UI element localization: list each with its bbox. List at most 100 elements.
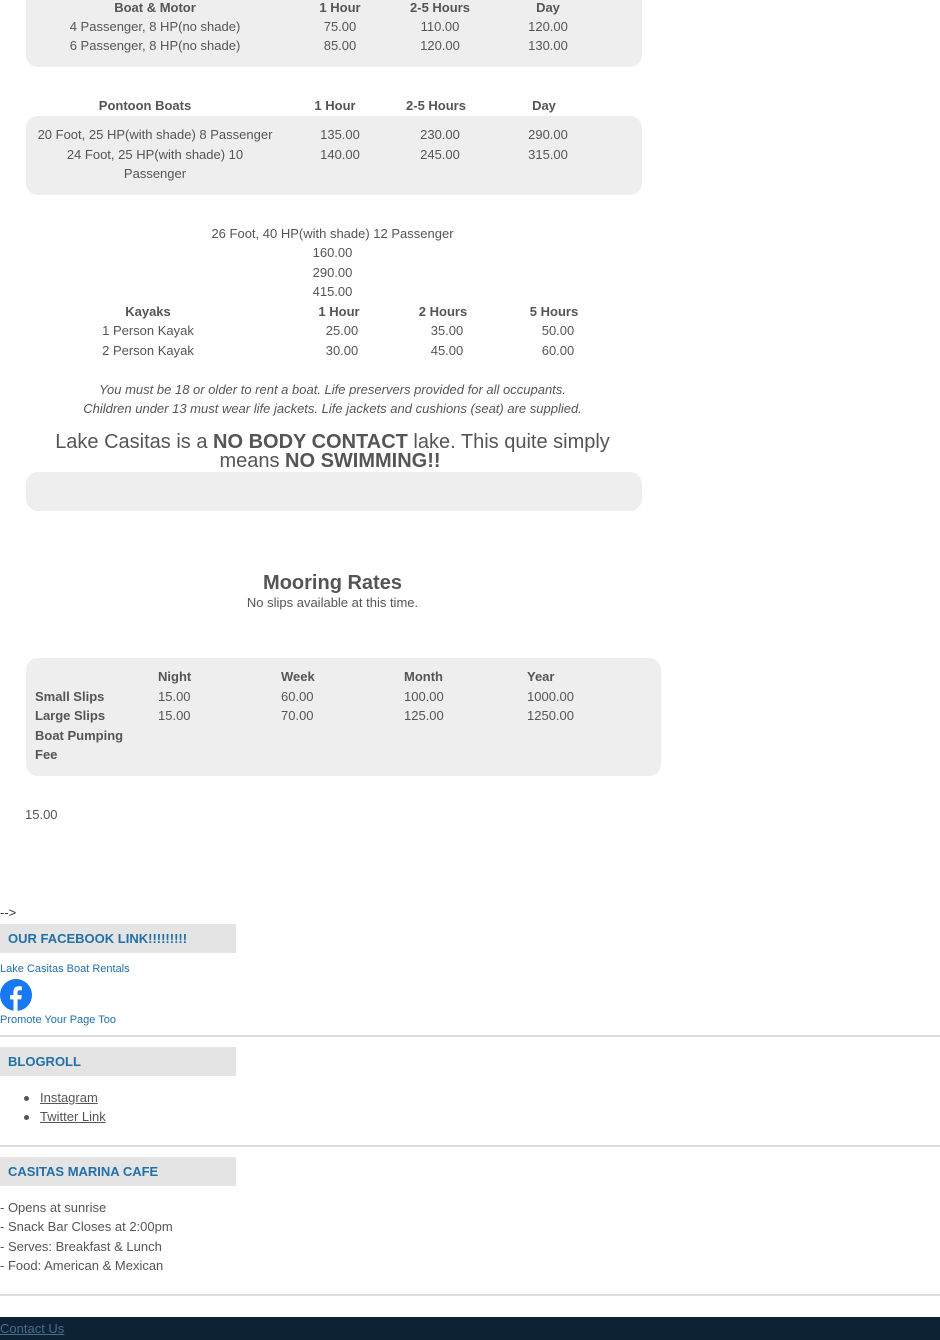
twitter-link[interactable]: Twitter Link [40, 1107, 106, 1127]
boat-motor-header-row: Boat & Motor 1 Hour 2-5 Hours Day [0, 0, 660, 18]
boat-name: 4 Passenger, 8 HP(no shade) [69, 19, 241, 34]
life-jacket-notice-text: Children under 13 must wear life jackets… [83, 401, 582, 416]
list-bullet [24, 1115, 29, 1120]
boat-name: 24 Foot, 25 HP(with shade) 10 [66, 147, 244, 162]
large-pontoon-price-row: 160.00 [0, 243, 665, 263]
pumping-fee-label-row: Boat Pumping [0, 726, 660, 746]
warning-text-3: means [219, 450, 286, 472]
week-col-header: Week [281, 669, 315, 684]
price-night: 15.00 [158, 708, 191, 723]
boat-name: 20 Foot, 25 HP(with shade) 8 Passenger [37, 127, 273, 142]
mooring-title: Mooring Rates [263, 572, 402, 594]
boat-name-continuation: Passenger [123, 166, 187, 181]
body-contact-warning: Lake Casitas is a NO BODY CONTACT lake. … [0, 432, 665, 452]
footer-bar: Contact Us [0, 1317, 940, 1340]
price-year: 1250.00 [527, 708, 574, 723]
large-pontoon-price-row: 415.00 [0, 282, 665, 302]
instagram-link[interactable]: Instagram [40, 1088, 98, 1108]
price-year: 1000.00 [527, 689, 574, 704]
contact-us-link[interactable]: Contact Us [0, 1320, 64, 1338]
price-2-5-hours: 120.00 [420, 38, 460, 53]
kayak-name: 2 Person Kayak [102, 343, 194, 358]
hours-2-5-col-header: 2-5 Hours [406, 98, 466, 113]
price-2-5-hours: 245.00 [420, 147, 460, 162]
price-2-hours: 35.00 [430, 323, 464, 338]
price-2-5-hours: 110.00 [420, 19, 460, 34]
section-divider [0, 1145, 940, 1147]
price-day: 120.00 [528, 19, 568, 34]
table-row: 24 Foot, 25 HP(with shade) 10 140.00 245… [0, 145, 660, 165]
price-2-5-hours: 290.00 [312, 265, 353, 280]
price-month: 125.00 [404, 708, 444, 723]
age-notice-text: You must be 18 or older to rent a boat. … [99, 382, 566, 397]
promote-page-link[interactable]: Promote Your Page Too [0, 1012, 116, 1028]
stray-text: --> [0, 905, 17, 920]
day-col-header: Day [536, 0, 560, 15]
price-1-hour: 140.00 [320, 147, 360, 162]
price-1-hour: 135.00 [320, 127, 360, 142]
year-col-header: Year [527, 669, 555, 684]
cafe-info-line: - Opens at sunrise [0, 1200, 107, 1215]
warning-text-1: Lake Casitas is a [55, 431, 214, 453]
table-row: Large Slips 15.00 70.00 125.00 1250.00 [0, 706, 660, 726]
hour-col-header: 1 Hour [314, 98, 356, 113]
cafe-info-line: - Snack Bar Closes at 2:00pm [0, 1219, 173, 1234]
table-row: 1 Person Kayak 25.00 35.00 50.00 [0, 321, 660, 341]
table-row: 20 Foot, 25 HP(with shade) 8 Passenger 1… [0, 125, 660, 145]
large-pontoon-label: 26 Foot, 40 HP(with shade) 12 Passenger [211, 226, 454, 241]
price-5-hours: 50.00 [541, 323, 575, 338]
cafe-heading: CASITAS MARINA CAFE [0, 1157, 236, 1186]
blogroll-heading: BLOGROLL [0, 1047, 236, 1076]
facebook-page-link[interactable]: Lake Casitas Boat Rentals [0, 961, 130, 977]
table-row: 4 Passenger, 8 HP(no shade) 75.00 110.00… [0, 17, 660, 37]
price-day: 130.00 [528, 38, 568, 53]
price-night: 15.00 [158, 689, 191, 704]
price-day: 290.00 [528, 127, 568, 142]
price-week: 60.00 [281, 689, 314, 704]
cafe-info-line: - Food: American & Mexican [0, 1258, 164, 1273]
section-divider [0, 1294, 940, 1296]
hour-col-header: 1 Hour [318, 304, 360, 319]
price-1-hour: 25.00 [325, 323, 359, 338]
hours-5-col-header: 5 Hours [529, 304, 579, 319]
day-col-header: Day [532, 98, 556, 113]
notice-line: Children under 13 must wear life jackets… [0, 399, 665, 419]
table-row: 6 Passenger, 8 HP(no shade) 85.00 120.00… [0, 36, 660, 56]
facebook-heading: OUR FACEBOOK LINK!!!!!!!!! [0, 924, 236, 953]
list-bullet [24, 1096, 29, 1101]
empty-panel [26, 472, 642, 511]
pumping-fee-value: 15.00 [25, 807, 58, 822]
kayaks-col-header: Kayaks [125, 304, 171, 319]
body-contact-warning-line2: means NO SWIMMING!! [0, 451, 660, 471]
boat-name: 6 Passenger, 8 HP(no shade) [69, 38, 241, 53]
facebook-icon[interactable] [0, 979, 32, 1011]
price-day: 415.00 [312, 284, 353, 299]
price-1-hour: 85.00 [323, 38, 357, 53]
price-5-hours: 60.00 [541, 343, 575, 358]
price-week: 70.00 [281, 708, 314, 723]
mooring-subtitle: No slips available at this time. [246, 595, 419, 610]
price-2-hours: 45.00 [430, 343, 464, 358]
kayak-name: 1 Person Kayak [102, 323, 194, 338]
large-pontoon-price-row: 290.00 [0, 263, 665, 283]
pontoon-header-row: Pontoon Boats 1 Hour 2-5 Hours Day [0, 96, 660, 116]
table-row: Small Slips 15.00 60.00 100.00 1000.00 [0, 687, 660, 707]
table-row-continuation: Passenger [0, 164, 660, 184]
price-1-hour: 75.00 [323, 19, 357, 34]
night-col-header: Night [158, 669, 192, 684]
price-1-hour: 160.00 [312, 245, 353, 260]
cafe-info-line: - Serves: Breakfast & Lunch [0, 1239, 162, 1254]
section-divider [0, 1035, 940, 1037]
kayaks-header-row: Kayaks 1 Hour 2 Hours 5 Hours [0, 302, 660, 322]
table-row: 2 Person Kayak 30.00 45.00 60.00 [0, 341, 660, 361]
price-month: 100.00 [404, 689, 444, 704]
pontoon-col-header: Pontoon Boats [98, 98, 192, 113]
month-col-header: Month [404, 669, 443, 684]
large-pontoon-label-row: 26 Foot, 40 HP(with shade) 12 Passenger [0, 224, 665, 244]
pumping-fee-label-cont: Fee [35, 747, 58, 762]
hours-2-5-col-header: 2-5 Hours [410, 0, 470, 15]
price-2-5-hours: 230.00 [420, 127, 460, 142]
notice-line: You must be 18 or older to rent a boat. … [0, 380, 665, 400]
price-1-hour: 30.00 [325, 343, 359, 358]
pumping-fee-label: Boat Pumping [35, 728, 124, 743]
